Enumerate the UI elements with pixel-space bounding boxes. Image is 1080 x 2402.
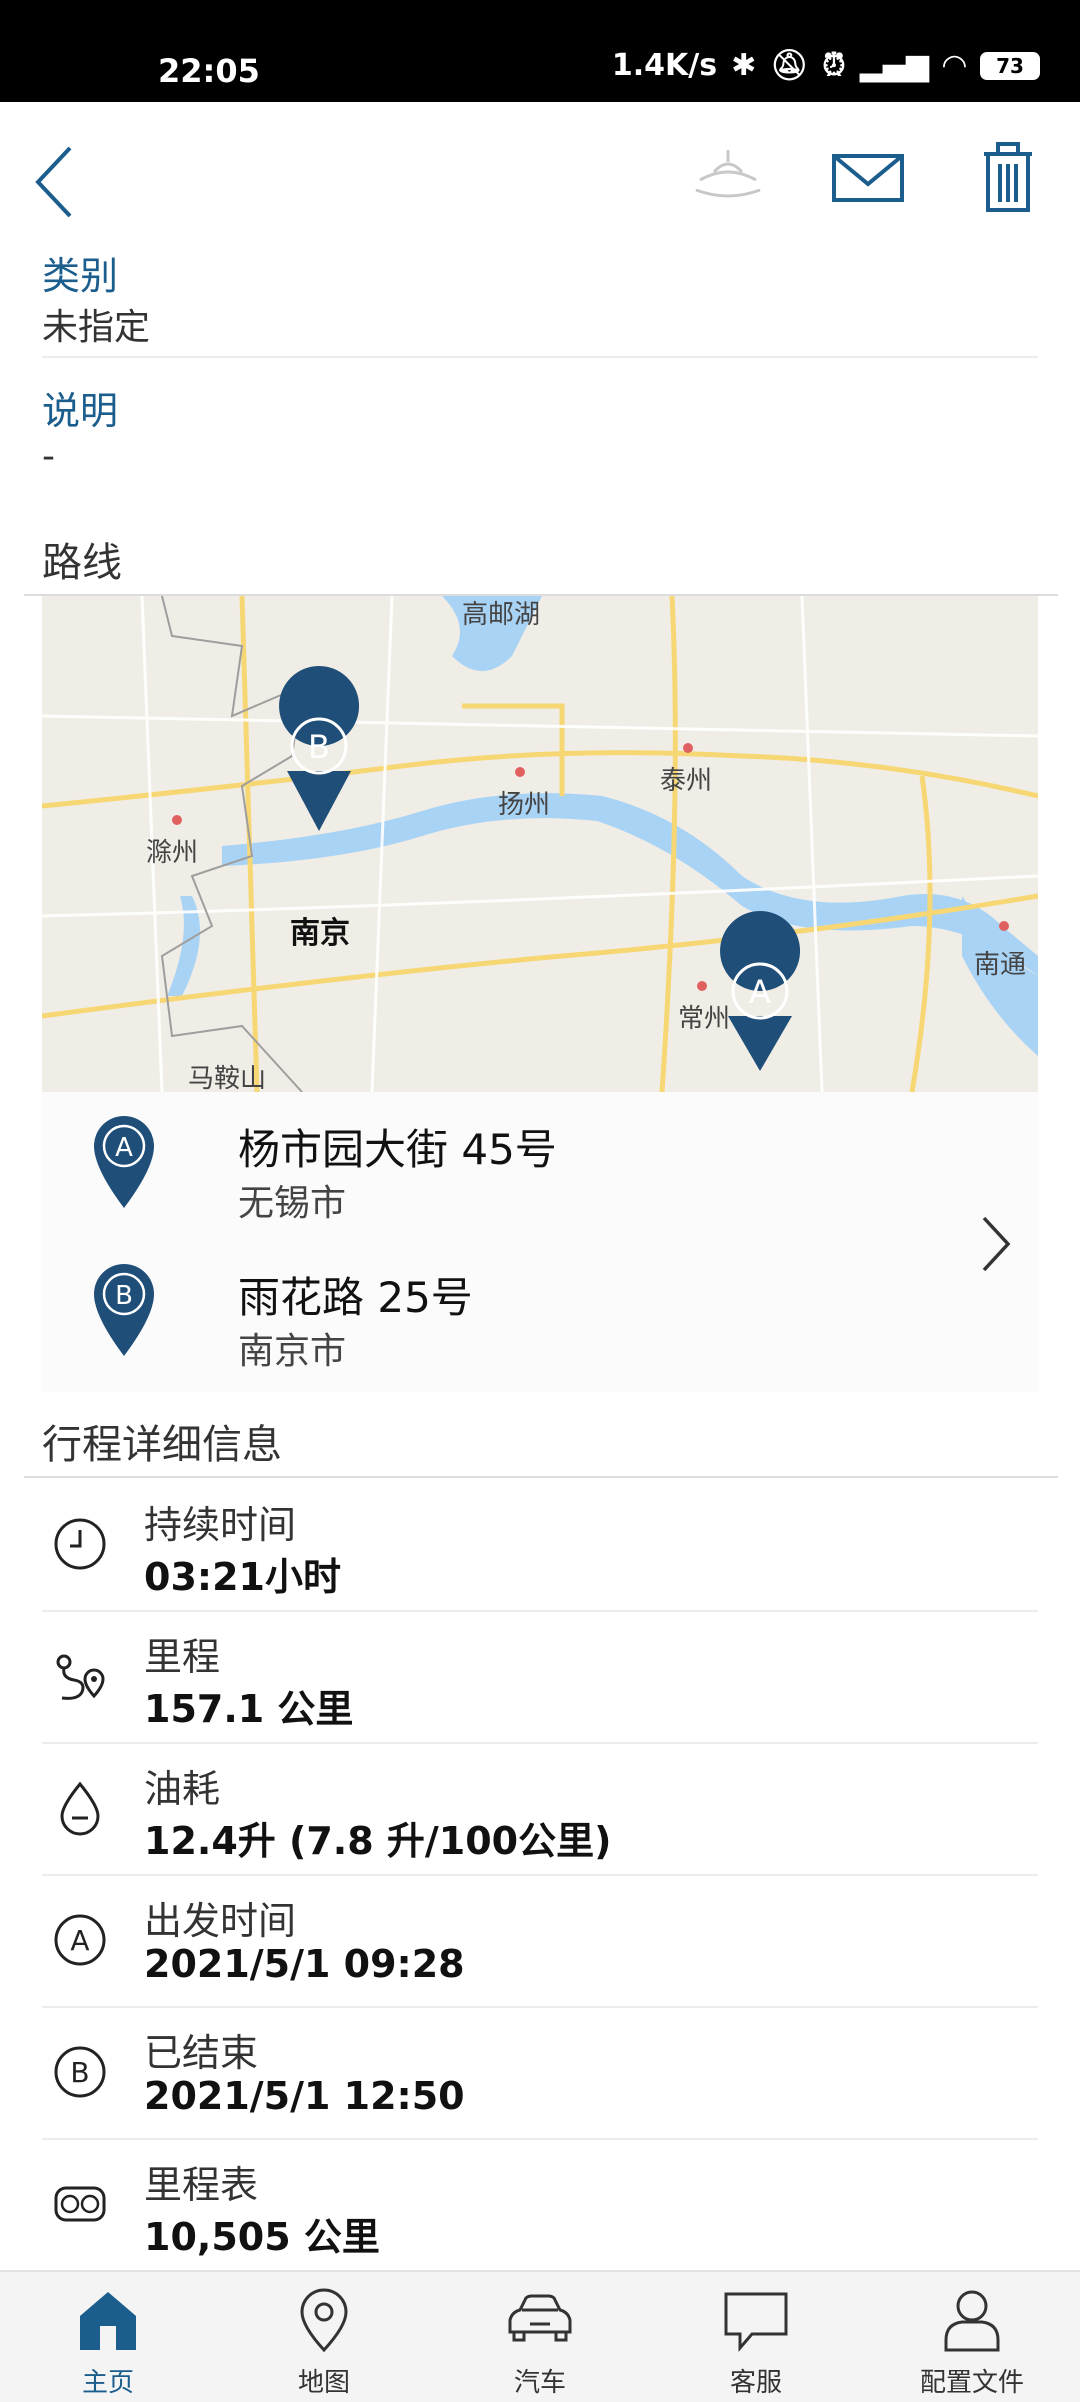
chevron-right-icon[interactable]: [978, 1212, 1014, 1276]
detail-label: 已结束: [144, 2031, 259, 2075]
category-value: 未指定: [42, 307, 151, 348]
tab-home[interactable]: 主页: [0, 2272, 216, 2402]
tab-label: 配置文件: [919, 2368, 1024, 2398]
fuel-drop-icon: [60, 1781, 100, 1836]
route-icon: [56, 1654, 105, 1700]
map-city-label: 南京: [290, 916, 350, 951]
end-city: 南京市: [238, 1331, 347, 1372]
tab-label: 客服: [729, 2368, 782, 2398]
status-bar: 22:05 1.4K/s ✱ 🔕︎ ⏰︎ ▂▄▆ ◠ 73: [0, 0, 1080, 102]
profile-icon: [944, 2290, 1000, 2352]
car-icon: [508, 2294, 572, 2342]
point-a-pin-icon: A: [94, 1116, 154, 1208]
tab-profile[interactable]: 配置文件: [864, 2272, 1080, 2402]
chevron-left-icon[interactable]: [30, 142, 80, 222]
map-city-label: 扬州: [498, 790, 551, 820]
point-b-icon: B: [54, 2046, 106, 2098]
start-street: 杨市园大街 45号: [238, 1125, 557, 1174]
tab-service[interactable]: 客服: [648, 2272, 864, 2402]
map-city-label: 马鞍山: [188, 1064, 267, 1092]
detail-label: 里程表: [144, 2163, 259, 2207]
clock-icon: [54, 1518, 106, 1570]
bluetooth-icon: ✱: [731, 48, 757, 83]
top-toolbar: [0, 102, 1080, 242]
detail-value: 03:21小时: [144, 1555, 341, 1599]
route-locations[interactable]: A 杨市园大街 45号 无锡市 B 雨花路 25号 南京市: [42, 1092, 1038, 1392]
start-city: 无锡市: [238, 1183, 347, 1224]
tab-label: 地图: [297, 2368, 350, 2398]
detail-fuel: 油耗 12.4升 (7.8 升/100公里): [42, 1744, 1038, 1876]
detail-ended: B 已结束 2021/5/1 12:50: [42, 2008, 1038, 2140]
mail-icon[interactable]: [828, 142, 908, 212]
detail-value: 10,505 公里: [144, 2215, 380, 2259]
home-icon: [80, 2292, 136, 2350]
tab-map[interactable]: 地图: [216, 2272, 432, 2402]
battery-icon: 73: [980, 51, 1040, 80]
route-map[interactable]: B A 高邮湖 扬州 泰州 滁州 南京 南通 常州 马鞍山: [42, 596, 1038, 1092]
point-b-pin-icon: B: [94, 1264, 154, 1356]
divider: [24, 1476, 1058, 1478]
detail-odometer: 里程表 10,505 公里: [42, 2140, 1038, 2272]
detail-label: 出发时间: [144, 1899, 297, 1943]
spray-icon[interactable]: [688, 142, 768, 212]
detail-value: 12.4升 (7.8 升/100公里): [144, 1819, 612, 1863]
detail-duration: 持续时间 03:21小时: [42, 1480, 1038, 1612]
svg-text:B: B: [115, 1281, 133, 1311]
detail-value: 2021/5/1 09:28: [144, 1942, 465, 1986]
status-icons: 1.4K/s ✱ 🔕︎ ⏰︎ ▂▄▆ ◠ 73: [612, 48, 1040, 83]
route-title: 路线: [42, 540, 122, 586]
signal-icon: ▂▄▆: [859, 48, 929, 83]
tab-car[interactable]: 汽车: [432, 2272, 648, 2402]
detail-label: 油耗: [144, 1767, 221, 1811]
map-city-label: 常州: [678, 1004, 731, 1034]
map-city-label: 高邮湖: [462, 600, 541, 630]
divider: [42, 356, 1038, 358]
svg-text:A: A: [70, 1924, 89, 1957]
svg-text:A: A: [749, 973, 771, 1011]
svg-text:B: B: [308, 728, 330, 766]
mute-icon: 🔕︎: [770, 48, 809, 83]
end-street: 雨花路 25号: [238, 1273, 473, 1322]
trip-details-title: 行程详细信息: [42, 1422, 282, 1468]
alarm-icon: ⏰︎: [822, 48, 846, 83]
detail-value: 157.1 公里: [144, 1687, 354, 1731]
map-city-label: 滁州: [146, 838, 199, 868]
point-a-icon: A: [54, 1914, 106, 1966]
start-location: A 杨市园大街 45号 无锡市: [42, 1092, 1038, 1232]
bottom-tab-bar: 主页 地图 汽车 客服 配置文件: [0, 2270, 1080, 2402]
detail-label: 持续时间: [144, 1503, 297, 1547]
map-city-label: 泰州: [660, 766, 713, 796]
detail-distance: 里程 157.1 公里: [42, 1612, 1038, 1744]
detail-value: 2021/5/1 12:50: [144, 2074, 465, 2118]
network-speed: 1.4K/s: [611, 48, 718, 83]
category-label: 类别: [42, 254, 119, 298]
detail-label: 里程: [144, 1635, 221, 1679]
wifi-icon: ◠: [942, 48, 966, 83]
tab-label: 主页: [81, 2368, 134, 2398]
svg-text:B: B: [70, 2056, 89, 2089]
description-label: 说明: [42, 389, 119, 433]
detail-departure: A 出发时间 2021/5/1 09:28: [42, 1876, 1038, 2008]
trash-icon[interactable]: [968, 142, 1048, 212]
svg-text:A: A: [115, 1133, 133, 1163]
map-city-label: 南通: [974, 950, 1027, 980]
end-location: B 雨花路 25号 南京市: [42, 1240, 1038, 1380]
tab-label: 汽车: [513, 2368, 566, 2398]
map-pin-icon: [300, 2288, 348, 2353]
odometer-icon: [54, 2186, 106, 2222]
chat-icon: [724, 2292, 788, 2353]
status-time: 22:05: [158, 52, 260, 90]
description-value: -: [42, 436, 55, 477]
